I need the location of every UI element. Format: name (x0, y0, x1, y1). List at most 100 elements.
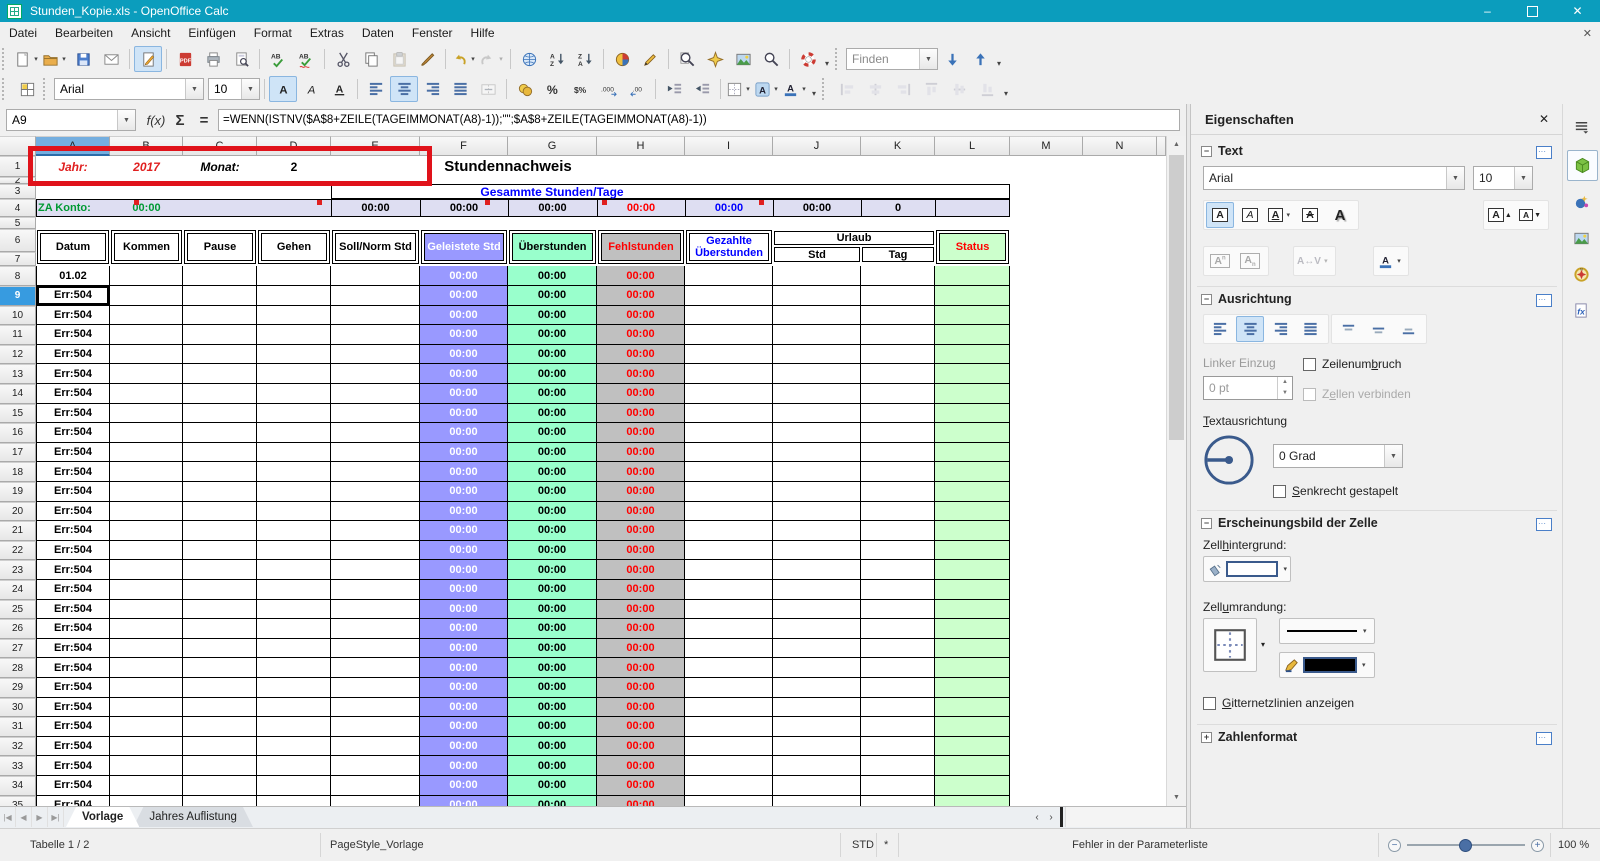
cell-H25[interactable]: 00:00 (597, 599, 685, 620)
font-size-select[interactable]: 10 ▼ (208, 78, 260, 100)
cell-A13[interactable]: Err:504 (36, 364, 110, 384)
cell-H10[interactable]: 00:00 (597, 305, 685, 326)
cell-C9[interactable] (183, 286, 257, 306)
cell-B11[interactable] (110, 325, 183, 345)
navigator-icon[interactable] (701, 46, 729, 72)
selected-cell-A9[interactable]: Err:504 (36, 286, 110, 306)
cell-I33[interactable] (685, 756, 773, 776)
cell-A33[interactable]: Err:504 (36, 756, 110, 776)
cell-E18[interactable] (331, 462, 420, 482)
sort-descending-icon[interactable]: ZA (571, 46, 599, 72)
cut-icon[interactable] (329, 46, 357, 72)
cell-H20[interactable]: 00:00 (597, 501, 685, 522)
cell-A18[interactable]: Err:504 (36, 462, 110, 482)
cell-B17[interactable] (110, 442, 183, 463)
spellcheck-icon[interactable]: AB (264, 46, 292, 72)
find-up-icon[interactable] (966, 46, 994, 72)
cell-G31[interactable]: 00:00 (508, 717, 597, 737)
print-icon[interactable] (199, 46, 227, 72)
menu-bearbeiten[interactable]: Bearbeiten (46, 22, 122, 44)
cell-B27[interactable] (110, 638, 183, 659)
row-header-8[interactable]: 8 (0, 266, 36, 286)
column-header-K[interactable]: K (861, 136, 935, 156)
menu-einfügen[interactable]: Einfügen (179, 22, 244, 44)
hscroll-right-icon[interactable]: › (1044, 807, 1058, 827)
cell-C27[interactable] (183, 638, 257, 659)
scroll-up-icon[interactable]: ▲ (1167, 136, 1186, 153)
sidebar-close-icon[interactable]: ✕ (1539, 112, 1549, 126)
cell-H14[interactable]: 00:00 (597, 384, 685, 404)
row-header-24[interactable]: 24 (0, 580, 36, 600)
save-icon[interactable] (69, 46, 97, 72)
cell-E31[interactable] (331, 717, 420, 737)
cell-L11[interactable] (935, 325, 1010, 345)
cell-F10[interactable]: 00:00 (420, 305, 508, 326)
cell-C30[interactable] (183, 697, 257, 718)
sidebar-menu-icon[interactable] (1567, 112, 1596, 141)
column-header-partial[interactable] (1157, 136, 1166, 156)
cell-H29[interactable]: 00:00 (597, 678, 685, 698)
align-right-icon[interactable] (418, 76, 446, 102)
cell-E21[interactable] (331, 521, 420, 541)
open-icon[interactable]: ▾ (41, 46, 69, 72)
cell-B12[interactable] (110, 344, 183, 365)
cell-L35[interactable] (935, 795, 1010, 806)
cell-E9[interactable] (331, 286, 420, 306)
sheet-cell[interactable]: 00:00 (110, 199, 183, 217)
zahlenformat-collapse-icon[interactable]: + (1201, 731, 1212, 743)
cell-D22[interactable] (257, 540, 331, 561)
cell-E11[interactable] (331, 325, 420, 345)
vertical-scrollbar[interactable]: ▲ ▼ (1166, 136, 1186, 806)
cell-K15[interactable] (861, 403, 935, 424)
header-urlaub-tag[interactable]: Tag (862, 247, 934, 262)
row-header-7[interactable]: 7 (0, 252, 36, 266)
cell-F35[interactable]: 00:00 (420, 795, 508, 806)
cell-G27[interactable]: 00:00 (508, 638, 597, 659)
cell-C17[interactable] (183, 442, 257, 463)
indent-increase-icon[interactable] (688, 76, 716, 102)
sheet-cell[interactable]: Gesammte Stunden/Tage (331, 184, 773, 199)
cell-E10[interactable] (331, 305, 420, 326)
cell-D13[interactable] (257, 364, 331, 384)
cell-G14[interactable]: 00:00 (508, 384, 597, 404)
cell-I12[interactable] (685, 344, 773, 365)
cell-K14[interactable] (861, 384, 935, 404)
align-center-button[interactable] (1236, 316, 1264, 342)
cell-J17[interactable] (773, 442, 861, 463)
cell-D15[interactable] (257, 403, 331, 424)
cell-B23[interactable] (110, 560, 183, 580)
zoom-slider-handle[interactable] (1459, 839, 1472, 852)
cell-C13[interactable] (183, 364, 257, 384)
row-header-11[interactable]: 11 (0, 325, 36, 345)
cell-A29[interactable]: Err:504 (36, 678, 110, 698)
cell-A20[interactable]: Err:504 (36, 501, 110, 522)
row-header-18[interactable]: 18 (0, 462, 36, 482)
cell-I26[interactable] (685, 619, 773, 639)
stacked-checkbox[interactable]: Senkrecht gestapelt (1273, 484, 1398, 498)
sheet-cell[interactable]: 00:00 (508, 199, 597, 217)
header-überstunden[interactable]: Überstunden (509, 230, 596, 264)
cell-C29[interactable] (183, 678, 257, 698)
cell-H19[interactable]: 00:00 (597, 482, 685, 502)
cell-C12[interactable] (183, 344, 257, 365)
cell-I22[interactable] (685, 540, 773, 561)
cell-C31[interactable] (183, 717, 257, 737)
row-header-32[interactable]: 32 (0, 736, 36, 757)
align-center-icon[interactable] (390, 76, 418, 102)
cell-J8[interactable] (773, 266, 861, 286)
cell-A12[interactable]: Err:504 (36, 344, 110, 365)
format-paintbrush-icon[interactable] (413, 46, 441, 72)
currency-icon[interactable] (511, 76, 539, 102)
cell-C22[interactable] (183, 540, 257, 561)
sidebar-grid-icon[interactable] (13, 76, 41, 102)
cell-F12[interactable]: 00:00 (420, 344, 508, 365)
cell-G13[interactable]: 00:00 (508, 364, 597, 384)
cell-E19[interactable] (331, 482, 420, 502)
cell-K17[interactable] (861, 442, 935, 463)
cell-I20[interactable] (685, 501, 773, 522)
toolbar-overflow-icon[interactable]: ▾ (1004, 89, 1008, 98)
cell-G25[interactable]: 00:00 (508, 599, 597, 620)
cell-E22[interactable] (331, 540, 420, 561)
row-header-6[interactable]: 6 (0, 229, 36, 252)
cell-F14[interactable]: 00:00 (420, 384, 508, 404)
